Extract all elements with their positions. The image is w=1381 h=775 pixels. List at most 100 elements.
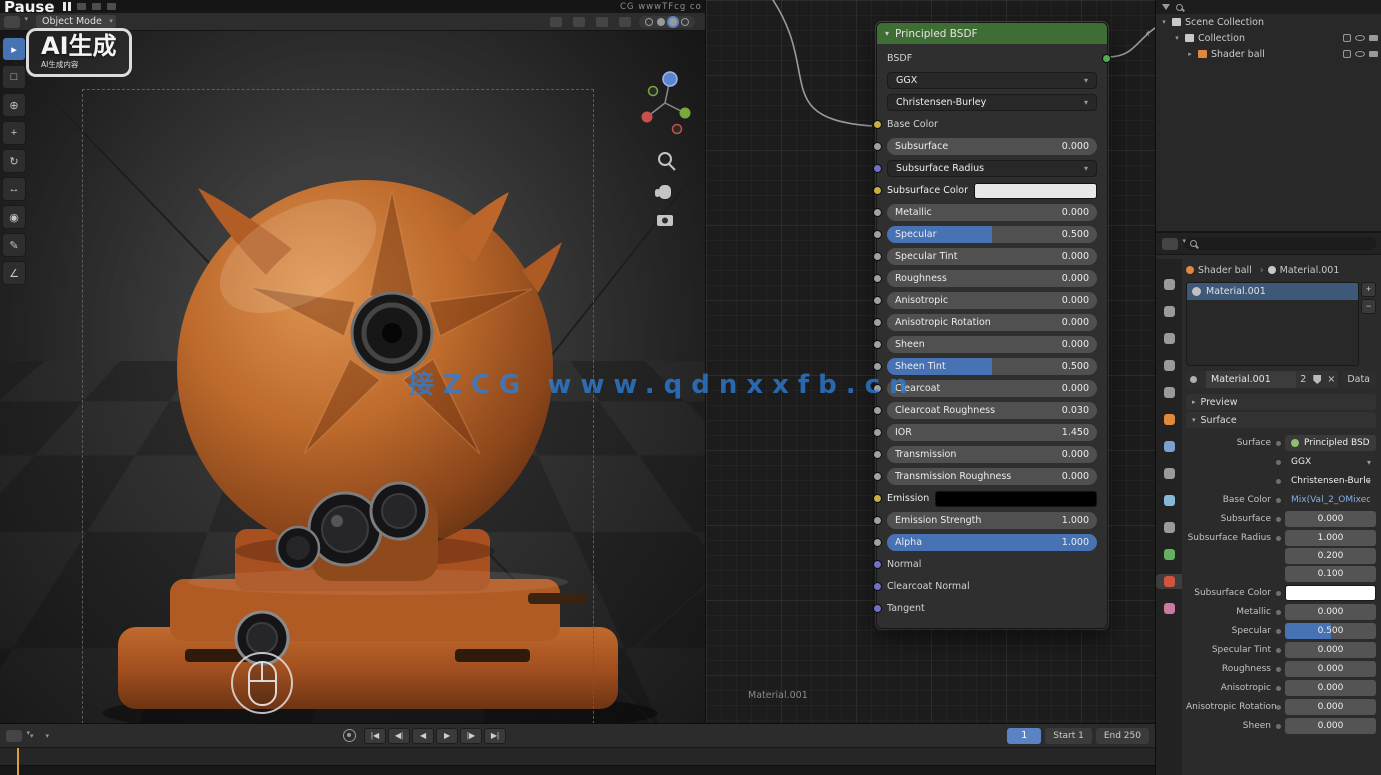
node-control[interactable]: Clearcoat Normal — [887, 578, 1097, 595]
transport-play-reverse[interactable]: ◀ — [412, 728, 434, 744]
camera-view-icon[interactable] — [657, 215, 673, 226]
collapse-arrow-icon[interactable]: ▾ — [885, 29, 889, 38]
tab-physics[interactable] — [1156, 493, 1182, 508]
tool-cursor[interactable]: ⊕ — [2, 93, 26, 117]
prop-control[interactable]: 1.000 0.200 0.100 — [1285, 530, 1376, 582]
pause-icon[interactable] — [63, 2, 71, 11]
fake-user-shield-icon[interactable] — [1310, 371, 1324, 388]
node-row[interactable]: Emission — [887, 488, 1097, 509]
tab-view-layer[interactable] — [1156, 331, 1182, 346]
node-row[interactable]: Base Color — [887, 114, 1097, 135]
playhead[interactable] — [17, 748, 19, 775]
prop-row[interactable]: Base Color Mix(Val_2_OMixed…) — [1186, 492, 1376, 508]
tool-scale[interactable]: ↔ — [2, 177, 26, 201]
expand-arrow-icon[interactable]: ▸ — [1186, 50, 1194, 58]
input-socket[interactable] — [873, 230, 882, 239]
node-control[interactable]: Subsurface Radius — [887, 160, 1097, 177]
input-socket[interactable] — [873, 296, 882, 305]
animate-decorator[interactable] — [1276, 686, 1281, 691]
shading-rendered-icon[interactable] — [681, 18, 689, 26]
prop-row[interactable]: Specular 0.500 — [1186, 623, 1376, 639]
node-control[interactable]: Transmission Roughness 0.000 — [887, 468, 1097, 485]
prop-row[interactable]: Surface Principled BSDF — [1186, 435, 1376, 451]
node-control[interactable]: BSDF — [887, 50, 1097, 67]
node-row[interactable]: Emission Strength 1.000 — [887, 510, 1097, 531]
prop-row[interactable]: Anisotropic 0.000 — [1186, 680, 1376, 696]
input-socket[interactable] — [873, 472, 882, 481]
search-icon[interactable] — [1176, 4, 1183, 11]
input-socket[interactable] — [873, 450, 882, 459]
output-socket[interactable] — [1102, 54, 1111, 63]
prop-control[interactable]: Principled BSDF — [1285, 435, 1376, 451]
filter-icon[interactable] — [1162, 4, 1170, 10]
prop-field[interactable]: 0.500 — [1285, 623, 1376, 639]
input-socket[interactable] — [873, 538, 882, 547]
node-row[interactable]: Specular Tint 0.000 — [887, 246, 1097, 267]
node-control[interactable]: Specular 0.500 — [887, 226, 1097, 243]
prop-field[interactable]: 0.000 — [1285, 718, 1376, 734]
node-row[interactable]: BSDF — [887, 48, 1097, 69]
snap-magnet-icon[interactable] — [573, 17, 585, 27]
properties-panel[interactable]: Shader ball Material.001 Material.001 + — [1156, 233, 1381, 775]
eye-icon[interactable] — [1355, 35, 1365, 41]
prop-control[interactable]: 0.000 — [1285, 680, 1376, 696]
tab-material[interactable] — [1156, 574, 1182, 589]
animate-decorator[interactable] — [1276, 724, 1281, 729]
menu-item[interactable] — [30, 730, 34, 741]
prop-row[interactable]: Christensen-Burley — [1186, 473, 1376, 489]
prop-field[interactable]: Christensen-Burley — [1285, 473, 1376, 489]
tool-rotate[interactable]: ↻ — [2, 149, 26, 173]
breadcrumb-item[interactable]: Material.001 — [1268, 265, 1340, 276]
tab-output[interactable] — [1156, 304, 1182, 319]
input-socket[interactable] — [873, 582, 882, 591]
transport-jump-end[interactable]: ▶| — [484, 728, 506, 744]
node-row[interactable]: Subsurface Color — [887, 180, 1097, 201]
input-socket[interactable] — [873, 494, 882, 503]
prop-field[interactable]: Mix(Val_2_OMixed…) — [1285, 492, 1376, 508]
node-row[interactable]: Sheen 0.000 — [887, 334, 1097, 355]
node-control[interactable]: Base Color — [887, 116, 1097, 133]
pan-hand-icon[interactable] — [655, 185, 671, 199]
node-control[interactable]: Anisotropic 0.000 — [887, 292, 1097, 309]
shading-wireframe-icon[interactable] — [645, 18, 653, 26]
navigation-gizmo[interactable] — [642, 72, 691, 134]
color-swatch[interactable] — [1285, 585, 1376, 601]
tab-particles[interactable] — [1156, 466, 1182, 481]
tab-object-data[interactable] — [1156, 547, 1182, 562]
editor-type-properties-icon[interactable] — [1162, 238, 1178, 250]
prop-control[interactable]: 0.500 — [1285, 623, 1376, 639]
node-control[interactable]: Roughness 0.000 — [887, 270, 1097, 287]
input-socket[interactable] — [873, 406, 882, 415]
node-row[interactable]: Metallic 0.000 — [887, 202, 1097, 223]
animate-decorator[interactable] — [1276, 629, 1281, 634]
mode-dropdown[interactable]: Object Mode — [36, 15, 116, 28]
prop-field[interactable]: GGX — [1285, 454, 1376, 470]
expand-arrow-icon[interactable]: ▾ — [1173, 34, 1181, 42]
prop-field[interactable]: 0.000 — [1285, 699, 1376, 715]
prop-field[interactable]: 0.000 — [1285, 680, 1376, 696]
prop-row[interactable]: Roughness 0.000 — [1186, 661, 1376, 677]
section-header[interactable]: ▾ Surface — [1186, 412, 1376, 428]
prop-row[interactable]: Specular Tint 0.000 — [1186, 642, 1376, 658]
tool-move[interactable]: + — [2, 121, 26, 145]
animate-decorator[interactable] — [1276, 648, 1281, 653]
node-row[interactable]: Alpha 1.000 — [887, 532, 1097, 553]
timeline-editor[interactable]: |◀◀|◀▶|▶▶| 1 Start 1 End 250 — [0, 723, 1155, 775]
animate-decorator[interactable] — [1276, 610, 1281, 615]
node-control[interactable]: Subsurface Color — [887, 182, 1097, 199]
input-socket[interactable] — [873, 428, 882, 437]
shader-node-editor[interactable]: ▾ Principled BSDF BSDF — [705, 0, 1155, 723]
transport-prev-keyframe[interactable]: ◀| — [388, 728, 410, 744]
tool-measure[interactable]: ∠ — [2, 261, 26, 285]
tool-select-tweak[interactable]: ▸ — [2, 37, 26, 61]
input-socket[interactable] — [873, 120, 882, 129]
node-row[interactable]: Tangent — [887, 598, 1097, 619]
input-socket[interactable] — [873, 516, 882, 525]
checkbox-icon[interactable] — [1343, 34, 1351, 42]
principled-bsdf-node[interactable]: ▾ Principled BSDF BSDF — [876, 22, 1108, 629]
input-socket[interactable] — [873, 318, 882, 327]
unlink-button[interactable]: × — [1324, 371, 1338, 388]
input-socket[interactable] — [873, 164, 882, 173]
topbar-icon[interactable] — [77, 3, 86, 10]
node-row[interactable]: Normal — [887, 554, 1097, 575]
